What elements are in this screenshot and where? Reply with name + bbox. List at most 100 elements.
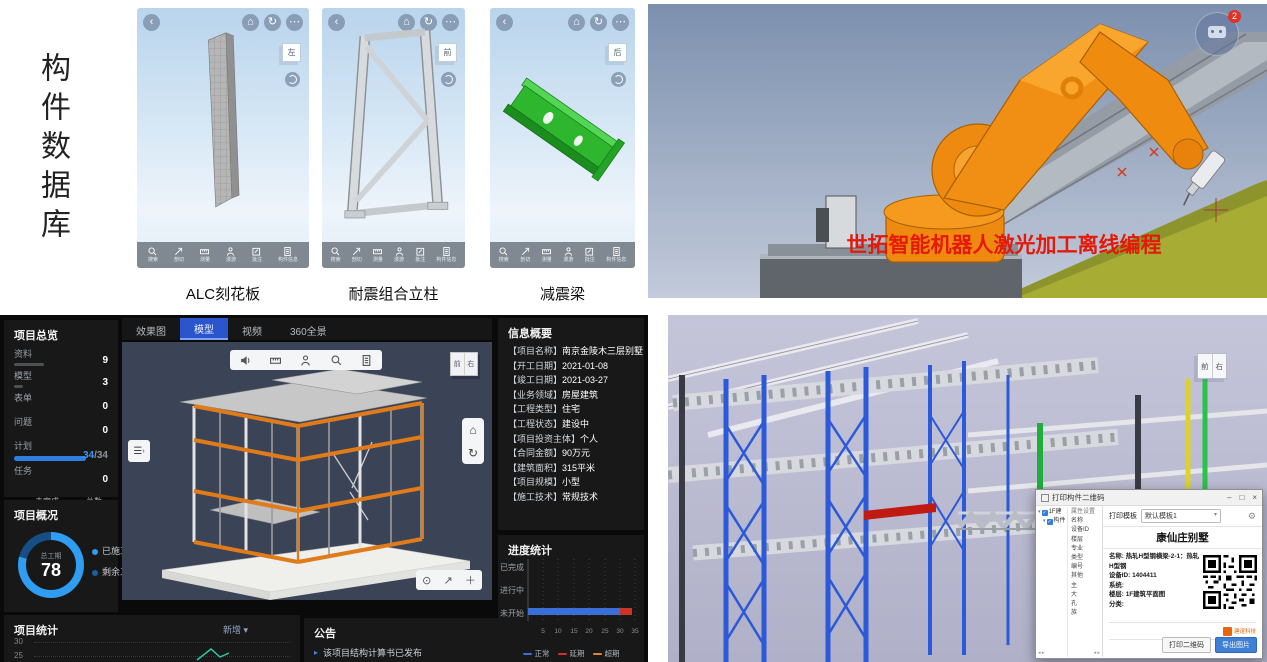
view-cube[interactable]: 前 右 [1197, 353, 1227, 379]
svg-text:25: 25 [601, 628, 609, 635]
view-cube[interactable]: 前 [438, 43, 457, 62]
logo-icon [1223, 627, 1232, 636]
measure-tool[interactable]: 测量 [542, 247, 552, 263]
svg-text:20: 20 [585, 628, 593, 635]
measure-icon[interactable] [270, 355, 281, 366]
svg-text:未开始: 未开始 [500, 608, 524, 618]
chevron-down-icon: ▾ [1214, 511, 1217, 521]
print-qr-dialog: 打印构件二维码 – □ × ▾ ✓ 1F建 ▾ [1035, 489, 1263, 659]
document-icon[interactable] [361, 355, 372, 366]
export-image-button[interactable]: 导出图片 [1215, 637, 1257, 653]
trend-sparkline [196, 646, 230, 662]
orbit-button[interactable] [441, 72, 456, 87]
field-row: 楼层: 1F建筑平面图 [1109, 590, 1201, 600]
minimize-button[interactable]: – [1227, 493, 1231, 502]
tree-item[interactable]: ▾ ✓ 1F建 [1038, 508, 1067, 517]
orbit-button[interactable] [611, 72, 626, 87]
component-info-tool[interactable]: 构件信息 [606, 247, 626, 263]
share-icon[interactable]: ↗ [444, 574, 453, 587]
caret-icon: ▸ [314, 648, 318, 657]
measure-tool[interactable]: 测量 [373, 247, 383, 263]
gear-icon[interactable]: ⚙ [1248, 511, 1256, 522]
info-row: 【项目规模】小型 [498, 475, 644, 490]
section-cut-tool[interactable]: 剖切 [520, 247, 530, 263]
add-button[interactable]: 新增 ▾ [223, 623, 248, 636]
info-row: 【开工日期】2021-01-08 [498, 359, 644, 374]
info-row: 【建筑面积】315平米 [498, 461, 644, 476]
search-tool[interactable]: 搜索 [499, 247, 509, 263]
caret-icon: ▾ [1043, 517, 1046, 526]
component-card-alc-panel: ‹ ⌂ ↻ ⋯ 左 搜索 剖切 测量 漫游 批注 [137, 8, 309, 268]
annotate-tool[interactable]: 批注 [415, 247, 425, 263]
walkthrough-tool[interactable]: 漫游 [563, 247, 573, 263]
bar-delayed [620, 608, 632, 615]
view-cube[interactable]: 前 右 [450, 352, 478, 376]
svg-text:15: 15 [570, 628, 578, 635]
annotate-tool[interactable]: 批注 [585, 247, 595, 263]
component-info-tool[interactable]: 构件信息 [278, 247, 298, 263]
tab-model[interactable]: 模型 [180, 318, 228, 340]
stat-row-plan: 计划 34/34 [4, 438, 118, 463]
home-view-button[interactable]: ⌂ [469, 423, 476, 437]
card-caption: 耐震组合立柱 [322, 283, 465, 304]
search-tool[interactable]: 搜索 [331, 247, 341, 263]
tab-renderings[interactable]: 效果图 [122, 318, 180, 340]
assistant-avatar[interactable]: 2 [1195, 12, 1239, 56]
annotate-tool[interactable]: 批注 [252, 247, 262, 263]
print-qr-button[interactable]: 打印二维码 [1162, 637, 1211, 653]
maximize-button[interactable]: □ [1239, 493, 1244, 502]
tree-item[interactable]: ▾ ✓ 构件 [1038, 517, 1067, 526]
info-row: 【工程状态】建设中 [498, 417, 644, 432]
search-icon[interactable] [331, 355, 342, 366]
component-library-section: 构件数据库 ‹ ⌂ ↻ ⋯ 左 搜索 剖切 测量 [0, 0, 648, 315]
viewer-tab-bar: 效果图 模型 视频 360全景 [122, 318, 492, 340]
close-button[interactable]: × [1252, 493, 1257, 502]
dialog-titlebar[interactable]: 打印构件二维码 – □ × [1036, 490, 1262, 506]
section-cut-tool[interactable]: 剖切 [352, 247, 362, 263]
section-title-vertical: 构件数据库 [30, 52, 74, 247]
model-tree-button[interactable]: ☰› [128, 440, 150, 462]
stat-row: 任务 0 [4, 463, 118, 487]
scene-caption: 世拓智能机器人激光加工离线编程 [847, 233, 1162, 257]
component-info-tool[interactable]: 构件信息 [436, 247, 456, 263]
section-cut-tool[interactable]: 剖切 [174, 247, 184, 263]
progress-bar-chart: 已完成 进行中 未开始 5 10 15 20 25 30 35 [498, 557, 644, 649]
search-tool[interactable]: 搜索 [148, 247, 158, 263]
model-viewport[interactable]: 前 右 ⌂ ↻ ☰› ⊙ ↗ ＋ [122, 342, 492, 600]
reset-rotate-button[interactable]: ↻ [468, 446, 478, 460]
tab-panorama[interactable]: 360全景 [276, 318, 341, 340]
info-row: 【项目名称】南京金陵木三层别墅 [498, 344, 644, 359]
panel-title: 项目总览 [4, 320, 118, 346]
audio-icon[interactable] [240, 355, 251, 366]
panel-title: 项目概况 [4, 500, 118, 526]
tab-video[interactable]: 视频 [228, 318, 276, 340]
template-select[interactable]: 默认模板1 ▾ [1141, 509, 1221, 523]
svg-text:30: 30 [616, 628, 624, 635]
progress-legend: 正常 延期 超期 [498, 648, 644, 659]
horizontal-scrollbar[interactable]: ◂ ▸◂ ▸ [1038, 650, 1100, 656]
checkbox-checked[interactable]: ✓ [1042, 510, 1048, 516]
svg-text:已完成: 已完成 [500, 562, 524, 572]
duration-donut-chart: 总工期 78 [18, 532, 84, 598]
walkthrough-tool[interactable]: 漫游 [226, 247, 236, 263]
settings-icon[interactable]: ⊙ [422, 574, 431, 587]
checkbox-checked[interactable]: ✓ [1047, 519, 1053, 525]
walkthrough-tool[interactable]: 漫游 [394, 247, 404, 263]
panel-title: 信息概要 [498, 318, 644, 344]
svg-text:10: 10 [554, 628, 562, 635]
steel-structure-section: 前 右 打印构件二维码 – □ × ▾ ✓ [668, 315, 1267, 662]
orbit-button[interactable] [285, 72, 300, 87]
dialog-icon [1041, 494, 1049, 502]
robot-3d-scene[interactable]: 世拓智能机器人激光加工离线编程 [648, 4, 1267, 298]
svg-text:5: 5 [541, 628, 545, 635]
walkthrough-icon[interactable] [300, 355, 311, 366]
viewer-toolbar: 搜索 剖切 测量 漫游 批注 构件信息 [137, 242, 309, 268]
view-cube[interactable]: 后 [608, 43, 627, 62]
measure-tool[interactable]: 测量 [200, 247, 210, 263]
view-cube[interactable]: 左 [282, 43, 301, 62]
dialog-title: 打印构件二维码 [1052, 492, 1105, 503]
move-icon[interactable]: ＋ [465, 572, 476, 588]
dialog-tree-pane: ▾ ✓ 1F建 ▾ ✓ 构件 属性设置 名称 设备ID [1036, 506, 1103, 657]
caret-icon: ▾ [1038, 508, 1041, 517]
property-list: 属性设置 名称 设备ID 楼层 专业 类型 编号 其他 主 大 孔 族 [1067, 508, 1102, 657]
